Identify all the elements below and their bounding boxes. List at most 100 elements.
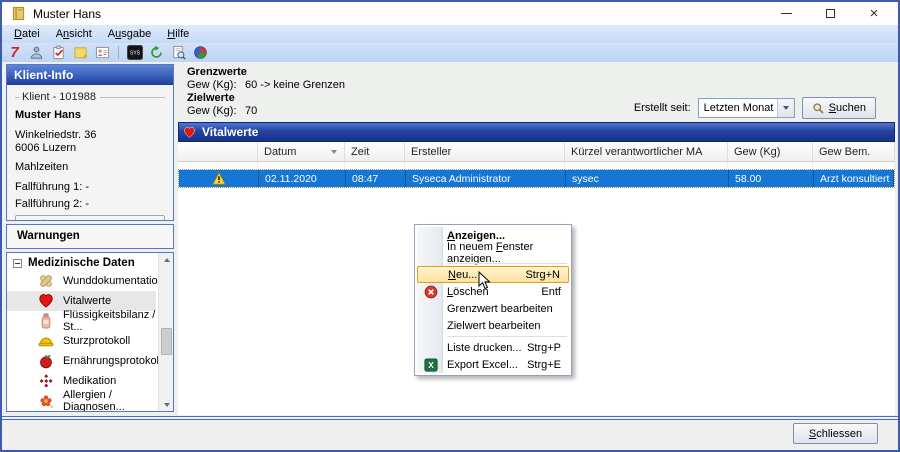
erstellt-seit-label: Erstellt seit:	[634, 102, 691, 114]
title-bar: Muster Hans ×	[2, 2, 898, 25]
zielwerte-title: Zielwerte	[187, 92, 345, 105]
assessmentinfo-label: Assessmentinfo...	[55, 219, 142, 222]
pills-icon	[38, 373, 54, 389]
tree-item-wunddokumentation[interactable]: Wunddokumentation	[7, 271, 156, 291]
menu-item-export-excel[interactable]: X Export Excel... Strg+E	[417, 356, 569, 373]
menu-bar: Datei Ansicht Ausgabe Hilfe	[2, 25, 898, 43]
toolbar: 7 SYS	[2, 43, 898, 62]
limits-block: Grenzwerte Gew (Kg): 60 -> keine Grenzen…	[187, 66, 345, 118]
personnel-card-icon[interactable]	[93, 44, 112, 61]
warning-icon	[212, 172, 226, 185]
schliessen-button[interactable]: Schliessen	[793, 423, 878, 444]
minimize-button[interactable]	[779, 7, 793, 21]
menu-item-grenzwert-bearbeiten[interactable]: Grenzwert bearbeiten	[417, 300, 569, 317]
suchen-button[interactable]: Suchen	[802, 97, 876, 119]
seven-glyph: 7	[10, 45, 18, 60]
heart-icon	[38, 293, 54, 309]
menu-item-liste-drucken[interactable]: Liste drucken... Strg+P	[417, 339, 569, 356]
table-header: Datum Zeit Ersteller Kürzel verantwortli…	[178, 142, 895, 162]
notes-icon[interactable]	[71, 44, 90, 61]
group-line	[15, 97, 19, 98]
close-icon: ×	[870, 8, 879, 20]
client-address-city: 6006 Luzern	[15, 142, 165, 154]
minimize-icon	[781, 13, 792, 14]
menu-datei[interactable]: Datei	[6, 26, 48, 42]
context-menu: Anzeigen... In neuem Fenster anzeigen...…	[414, 224, 572, 376]
heart-icon	[183, 126, 196, 139]
apple-icon	[38, 353, 54, 369]
scroll-up-icon[interactable]	[159, 253, 174, 266]
care-clipboard-icon[interactable]	[49, 44, 68, 61]
tree-item-allergien[interactable]: Allergien / Diagnosen...	[7, 391, 156, 411]
vitalwerte-section-bar: Vitalwerte	[178, 122, 895, 142]
tree-scrollbar[interactable]	[158, 253, 173, 411]
menu-item-zielwert-bearbeiten[interactable]: Zielwert bearbeiten	[417, 317, 569, 334]
klient-info-title: Klient-Info	[14, 68, 73, 82]
table-row[interactable]: 02.11.2020 08:47 Syseca Administrator sy…	[179, 170, 894, 187]
group-line	[100, 97, 165, 98]
menu-item-loeschen[interactable]: Löschen Entf	[417, 283, 569, 300]
scrollbar-thumb[interactable]	[161, 328, 172, 355]
mouse-cursor	[478, 271, 491, 290]
delete-icon	[417, 285, 444, 299]
tree-item-label: Allergien / Diagnosen...	[63, 389, 156, 412]
header-cell-ersteller[interactable]: Ersteller	[405, 142, 565, 161]
client-person-icon[interactable]	[27, 44, 46, 61]
fallfuehrung-1: Fallführung 1: -	[15, 181, 165, 193]
header-cell-kuerzel[interactable]: Kürzel verantwortlicher MA	[565, 142, 728, 161]
scroll-down-icon[interactable]	[159, 398, 174, 411]
selected-row-focus: 02.11.2020 08:47 Syseca Administrator sy…	[178, 169, 895, 188]
table-spacer-row	[178, 162, 895, 169]
grenzwerte-title: Grenzwerte	[187, 66, 345, 79]
flower-icon	[38, 393, 54, 409]
menu-item-neu[interactable]: Neu... Strg+N	[417, 266, 569, 283]
tree-item-label: Wunddokumentation	[63, 275, 164, 287]
tree-item-ernaehrungsprotokoll[interactable]: Ernährungsprotokoll	[7, 351, 156, 371]
header-cell-icon[interactable]	[178, 142, 258, 161]
menu-item-in-neuem-fenster[interactable]: In neuem Fenster anzeigen...	[417, 244, 569, 261]
client-name: Muster Hans	[15, 109, 165, 121]
header-cell-gew-kg[interactable]: Gew (Kg)	[728, 142, 813, 161]
app-logo-7-icon[interactable]: 7	[5, 44, 24, 61]
bottle-icon	[38, 313, 54, 329]
erstellt-seit-combobox[interactable]: Letzten Monat	[698, 98, 795, 118]
header-cell-zeit[interactable]: Zeit	[345, 142, 405, 161]
klient-info-header[interactable]: Klient-Info	[7, 65, 173, 85]
app-icon	[11, 6, 26, 21]
assessmentinfo-button[interactable]: Assessmentinfo...	[15, 215, 165, 221]
section-title: Vitalwerte	[202, 125, 258, 139]
cell-datum: 02.11.2020	[259, 170, 346, 187]
grenzwerte-value: 60 -> keine Grenzen	[245, 79, 345, 92]
collapse-icon[interactable]	[13, 259, 22, 268]
menu-hilfe[interactable]: Hilfe	[159, 26, 197, 42]
window-title: Muster Hans	[33, 7, 101, 21]
excel-icon: X	[417, 358, 444, 372]
menu-ansicht[interactable]: Ansicht	[48, 26, 100, 42]
cell-kuerzel: sysec	[566, 170, 729, 187]
header-cell-gew-bem[interactable]: Gew Bem.	[813, 142, 895, 161]
window-controls: ×	[779, 7, 889, 21]
menu-separator	[447, 336, 567, 337]
statistics-pie-icon[interactable]	[191, 44, 210, 61]
tree-item-label: Sturzprotokoll	[63, 335, 130, 347]
chevron-down-icon[interactable]	[777, 99, 794, 117]
tree-item-vitalwerte[interactable]: Vitalwerte	[7, 291, 156, 311]
tree-item-medikation[interactable]: Medikation	[7, 371, 156, 391]
print-preview-icon[interactable]	[169, 44, 188, 61]
client-address-street: Winkelriedstr. 36	[15, 129, 165, 141]
info-icon	[38, 219, 50, 222]
refresh-icon[interactable]	[147, 44, 166, 61]
tree-item-label: Vitalwerte	[63, 295, 111, 307]
warnungen-panel[interactable]: Warnungen	[6, 224, 174, 249]
tree-item-sturzprotokoll[interactable]: Sturzprotokoll	[7, 331, 156, 351]
maximize-button[interactable]	[823, 7, 837, 21]
sys-module-icon[interactable]: SYS	[125, 44, 144, 61]
tree-title: Medizinische Daten	[28, 257, 135, 269]
close-window-button[interactable]: ×	[867, 7, 881, 21]
tree-item-fluessigkeitsbilanz[interactable]: Flüssigkeitsbilanz / St...	[7, 311, 156, 331]
menu-ausgabe[interactable]: Ausgabe	[100, 26, 159, 42]
combobox-value: Letzten Monat	[699, 102, 777, 114]
zielwerte-value: 70	[245, 105, 257, 118]
tree-item-label: Ernährungsprotokoll	[63, 355, 161, 367]
header-cell-datum[interactable]: Datum	[258, 142, 345, 161]
